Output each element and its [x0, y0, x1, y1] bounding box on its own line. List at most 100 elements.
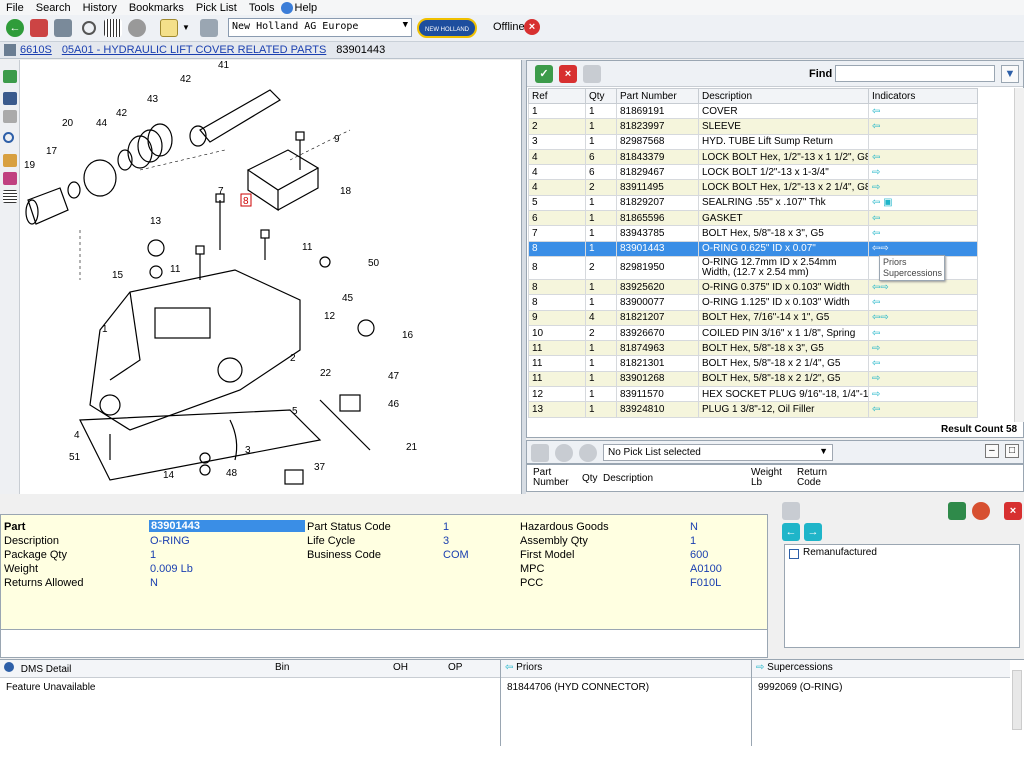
network-icon[interactable] — [948, 502, 966, 520]
text-tool-icon[interactable] — [3, 154, 17, 167]
document-icon[interactable] — [200, 19, 218, 37]
col-qty[interactable]: Qty — [585, 88, 617, 104]
filter-icon[interactable]: ▼ — [1001, 65, 1019, 83]
cell-desc: HEX SOCKET PLUG 9/16"-18, 1/4"-18 — [698, 386, 869, 403]
find-input[interactable] — [835, 65, 995, 82]
col-ref[interactable]: Ref — [528, 88, 586, 104]
table-row[interactable]: 8 1 83925620 O-RING 0.375" ID x 0.103" Widt… — [528, 278, 978, 296]
cell-desc: COILED PIN 3/16" x 1 1/8", Spring — [698, 324, 869, 342]
offline-close-icon[interactable]: × — [524, 19, 540, 35]
parts-table-scrollbar[interactable] — [1014, 88, 1024, 422]
pick-list-settings-icon[interactable] — [555, 444, 573, 462]
cell-ind: ⇦ — [868, 401, 978, 418]
table-row[interactable]: 1 1 81869191 COVER ⇦ — [528, 102, 978, 120]
col-indicators[interactable]: Indicators — [868, 88, 978, 104]
table-row[interactable]: 6 1 81865596 GASKET ⇦ — [528, 210, 978, 227]
offline-label: Offline — [493, 21, 525, 33]
settings-icon[interactable] — [128, 19, 146, 37]
table-row[interactable]: 3 1 82987568 HYD. TUBE Lift Sump Return — [528, 133, 978, 150]
breadcrumb-part-number: 83901443 — [336, 44, 386, 56]
cell-qty: 1 — [585, 194, 617, 212]
callout-4: 4 — [74, 430, 80, 441]
save-icon[interactable] — [3, 92, 17, 105]
cell-part: 83926670 — [616, 324, 699, 342]
cell-desc: BOLT Hex, 5/8"-18 x 2 1/2", G5 — [698, 370, 869, 388]
accept-icon[interactable]: ✓ — [535, 65, 553, 83]
cell-ref: 11 — [528, 340, 586, 357]
table-row[interactable]: 11 1 81874963 BOLT Hex, 5/8"-18 x 3", G5 ⇨ — [528, 340, 978, 357]
region-select[interactable]: New Holland AG Europe ▼ — [228, 18, 412, 37]
menu-tools[interactable]: Tools — [243, 2, 281, 14]
menu-pick-list[interactable]: Pick List — [190, 2, 243, 14]
table-row[interactable]: 7 1 83943785 BOLT Hex, 5/8"-18 x 3", G5 ⇦ — [528, 225, 978, 242]
cart-icon[interactable] — [583, 65, 601, 83]
cell-part: 83900077 — [616, 294, 699, 311]
remanufactured-icon — [789, 549, 799, 559]
cell-part: 83911570 — [616, 386, 699, 403]
palette-icon[interactable] — [3, 172, 17, 185]
pick-list-toolbar: No Pick List selected ▼ – □ — [526, 440, 1024, 464]
cell-desc: PLUG 1 3/8"-12, Oil Filler — [698, 401, 869, 418]
exploded-parts-diagram[interactable]: 41 42 43 42 44 20 17 19 9 18 7 8 13 11 1… — [20, 60, 522, 494]
refresh-icon[interactable] — [3, 70, 17, 83]
menu-history[interactable]: History — [77, 2, 123, 14]
close-panel-icon[interactable]: × — [1004, 502, 1022, 520]
next-part-icon[interactable]: → — [804, 523, 822, 541]
table-row[interactable]: 11 1 81821301 BOLT Hex, 5/8"-18 x 2 1/4", G… — [528, 355, 978, 372]
menu-help[interactable]: Help — [293, 2, 324, 14]
grid-icon[interactable] — [3, 190, 17, 203]
table-row[interactable]: 4 2 83911495 LOCK BOLT Hex, 1/2"-13 x 2 1/4… — [528, 179, 978, 196]
table-row[interactable]: 13 1 83924810 PLUG 1 3/8"-12, Oil Filler ⇦ — [528, 401, 978, 418]
prev-part-icon[interactable]: ← — [782, 523, 800, 541]
find-label: Find — [809, 68, 833, 80]
cart-add-icon[interactable] — [782, 502, 800, 520]
col-part-number[interactable]: Part Number — [616, 88, 699, 104]
home-icon[interactable] — [30, 19, 48, 37]
pick-list-select[interactable]: No Pick List selected ▼ — [603, 444, 833, 461]
table-row[interactable]: 5 1 81829207 SEALRING .55" x .107" Thk ⇦ ▣ — [528, 194, 978, 212]
maximize-icon[interactable]: □ — [1005, 444, 1019, 458]
pick-list-new-icon[interactable] — [579, 444, 597, 462]
cell-ind: ⇦ — [868, 225, 978, 242]
cell-qty: 1 — [585, 225, 617, 242]
stop-icon[interactable] — [972, 502, 990, 520]
minimize-icon[interactable]: – — [984, 444, 999, 458]
cell-qty: 1 — [585, 294, 617, 311]
print-icon[interactable] — [3, 110, 17, 123]
search-icon[interactable] — [82, 21, 96, 35]
barcode-icon[interactable] — [104, 19, 122, 37]
menu-bookmarks[interactable]: Bookmarks — [123, 2, 190, 14]
part-details-extra — [0, 630, 768, 658]
detail-hazardous-value: N — [690, 521, 698, 533]
table-row[interactable]: 9 4 81821207 BOLT Hex, 7/16"-14 x 1", G5 ⇦⇨ — [528, 309, 978, 326]
callout-15: 15 — [112, 270, 124, 281]
table-row[interactable]: 10 2 83926670 COILED PIN 3/16" x 1 1/8", Sp… — [528, 324, 978, 342]
pl-col-qty: Qty — [582, 473, 598, 484]
cell-desc: SLEEVE — [698, 118, 869, 135]
notes-dropdown-icon[interactable]: ▼ — [182, 19, 190, 37]
zoom-icon[interactable] — [3, 132, 14, 143]
cell-ind: ⇦ — [868, 148, 978, 166]
table-row[interactable]: 4 6 81829467 LOCK BOLT 1/2"-13 x 1-3/4" ⇨ — [528, 164, 978, 181]
cell-desc: O-RING 1.125" ID x 0.103" Width — [698, 294, 869, 311]
detail-status-code-label: Part Status Code — [307, 521, 391, 533]
table-row[interactable]: 12 1 83911570 HEX SOCKET PLUG 9/16"-18, 1/4… — [528, 386, 978, 403]
table-row[interactable]: 4 6 81843379 LOCK BOLT Hex, 1/2"-13 x 1 1/2… — [528, 148, 978, 166]
breadcrumb-model-link[interactable]: 6610S — [20, 44, 52, 56]
reject-icon[interactable]: × — [559, 65, 577, 83]
bottom-scrollbar[interactable] — [1012, 670, 1022, 730]
table-row[interactable]: 8 1 83900077 O-RING 1.125" ID x 0.103" Widt… — [528, 294, 978, 311]
notes-icon[interactable] — [160, 19, 178, 37]
pick-list-add-icon[interactable] — [531, 444, 549, 462]
breadcrumb-section-link[interactable]: 05A01 - HYDRAULIC LIFT COVER RELATED PAR… — [62, 44, 326, 56]
tractor-icon[interactable] — [54, 19, 72, 37]
menu-file[interactable]: File — [0, 2, 30, 14]
cell-part: 83925620 — [616, 278, 699, 296]
back-icon[interactable]: ← — [6, 19, 24, 37]
col-description[interactable]: Description — [698, 88, 869, 104]
cell-ref: 5 — [528, 194, 586, 212]
table-row[interactable]: 2 1 81823997 SLEEVE ⇦ — [528, 118, 978, 135]
menu-search[interactable]: Search — [30, 2, 77, 14]
table-row[interactable]: 11 1 83901268 BOLT Hex, 5/8"-18 x 2 1/2", G… — [528, 370, 978, 388]
cell-part: 83943785 — [616, 225, 699, 242]
